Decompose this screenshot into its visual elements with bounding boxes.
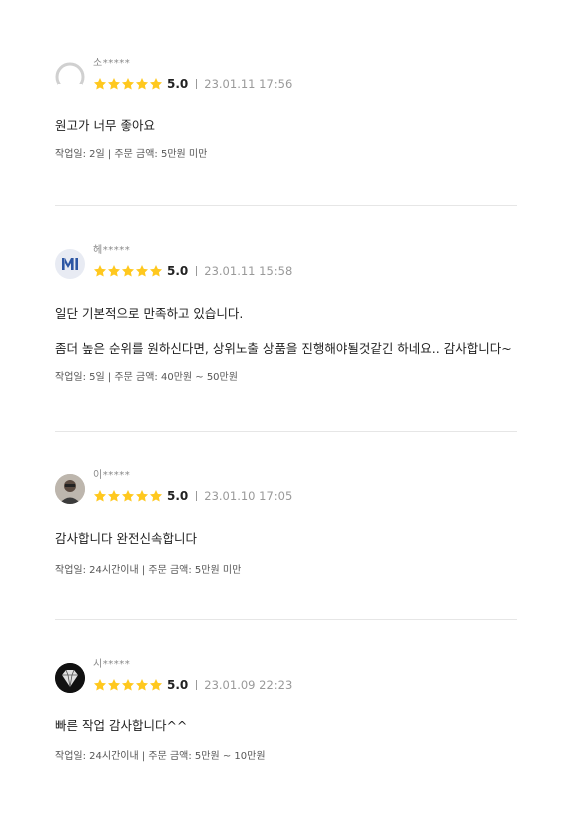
star-icon <box>135 490 149 502</box>
order-detail: 작업일: 2일 | 주문 금액: 5만원 미만 <box>55 149 208 160</box>
rating-row: 5.0 23.01.11 15:58 <box>93 263 292 279</box>
reviewer-nickname: 이***** <box>93 470 131 481</box>
review-item: 시***** 5.0 23.01.09 22:23 빠른 작업 감사합니다^^ … <box>55 659 517 764</box>
star-icon <box>93 78 107 90</box>
star-icon <box>135 265 149 277</box>
avatar-default <box>55 62 85 92</box>
rating-row: 5.0 23.01.09 22:23 <box>93 677 292 693</box>
star-icon <box>149 265 163 277</box>
star-icon <box>121 490 135 502</box>
avatar <box>55 663 85 693</box>
star-icon <box>93 679 107 691</box>
review-item: 헤***** 5.0 23.01.11 15:58 일단 기본적으로 만족하고 … <box>55 245 517 385</box>
review-text: 일단 기본적으로 만족하고 있습니다. <box>55 306 244 321</box>
star-icon <box>149 78 163 90</box>
reviewer-nickname: 헤***** <box>93 245 131 256</box>
rating-score: 5.0 <box>167 264 189 278</box>
review-divider <box>55 431 517 432</box>
rating-row: 5.0 23.01.11 17:56 <box>93 76 292 92</box>
star-icon <box>135 679 149 691</box>
avatar <box>55 249 85 279</box>
review-item: 소***** 5.0 23.01.11 17:56 원고가 너무 좋아요 작업일… <box>55 58 517 162</box>
logo-avatar-icon <box>62 258 78 270</box>
star-rating <box>93 678 163 692</box>
avatar-photo <box>55 474 85 504</box>
review-divider <box>55 619 517 620</box>
star-icon <box>107 679 121 691</box>
star-icon <box>93 265 107 277</box>
review-header: 시***** 5.0 23.01.09 22:23 <box>55 659 517 699</box>
star-rating <box>93 77 163 91</box>
order-detail: 작업일: 5일 | 주문 금액: 40만원 ~ 50만원 <box>55 372 238 383</box>
review-item: 이***** 5.0 23.01.10 17:05 감사합니다 완전신속합니다 … <box>55 470 517 578</box>
rating-score: 5.0 <box>167 489 189 503</box>
review-list: 소***** 5.0 23.01.11 17:56 원고가 너무 좋아요 작업일… <box>0 0 562 833</box>
order-detail: 작업일: 24시간이내 | 주문 금액: 5만원 미만 <box>55 565 242 576</box>
separator <box>196 680 198 690</box>
star-icon <box>121 679 135 691</box>
star-icon <box>107 265 121 277</box>
review-header: 헤***** 5.0 23.01.11 15:58 <box>55 245 517 285</box>
separator <box>196 79 198 89</box>
separator <box>196 491 198 501</box>
star-rating <box>93 264 163 278</box>
rating-score: 5.0 <box>167 678 189 692</box>
star-icon <box>121 265 135 277</box>
review-date: 23.01.09 22:23 <box>204 678 293 692</box>
review-date: 23.01.11 15:58 <box>204 264 293 278</box>
star-icon <box>107 490 121 502</box>
reviewer-nickname: 소***** <box>93 58 131 69</box>
rating-row: 5.0 23.01.10 17:05 <box>93 488 292 504</box>
review-divider <box>55 205 517 206</box>
review-text: 원고가 너무 좋아요 <box>55 118 155 133</box>
review-date: 23.01.11 17:56 <box>204 77 293 91</box>
review-header: 이***** 5.0 23.01.10 17:05 <box>55 470 517 510</box>
star-icon <box>121 78 135 90</box>
star-icon <box>93 490 107 502</box>
order-detail: 작업일: 24시간이내 | 주문 금액: 5만원 ~ 10만원 <box>55 751 266 762</box>
diamond-logo-icon <box>55 663 85 693</box>
star-icon <box>107 78 121 90</box>
rating-score: 5.0 <box>167 77 189 91</box>
star-icon <box>149 490 163 502</box>
review-text: 좀더 높은 순위를 원하신다면, 상위노출 상품을 진행해야될것같긴 하네요..… <box>55 341 512 356</box>
star-icon <box>149 679 163 691</box>
star-icon <box>135 78 149 90</box>
reviewer-nickname: 시***** <box>93 659 131 670</box>
user-placeholder-icon <box>55 62 85 92</box>
review-text: 빠른 작업 감사합니다^^ <box>55 718 188 733</box>
review-text: 감사합니다 완전신속합니다 <box>55 531 197 546</box>
user-photo-icon <box>55 474 85 504</box>
star-rating <box>93 489 163 503</box>
separator <box>196 266 198 276</box>
review-date: 23.01.10 17:05 <box>204 489 293 503</box>
review-header: 소***** 5.0 23.01.11 17:56 <box>55 58 517 98</box>
